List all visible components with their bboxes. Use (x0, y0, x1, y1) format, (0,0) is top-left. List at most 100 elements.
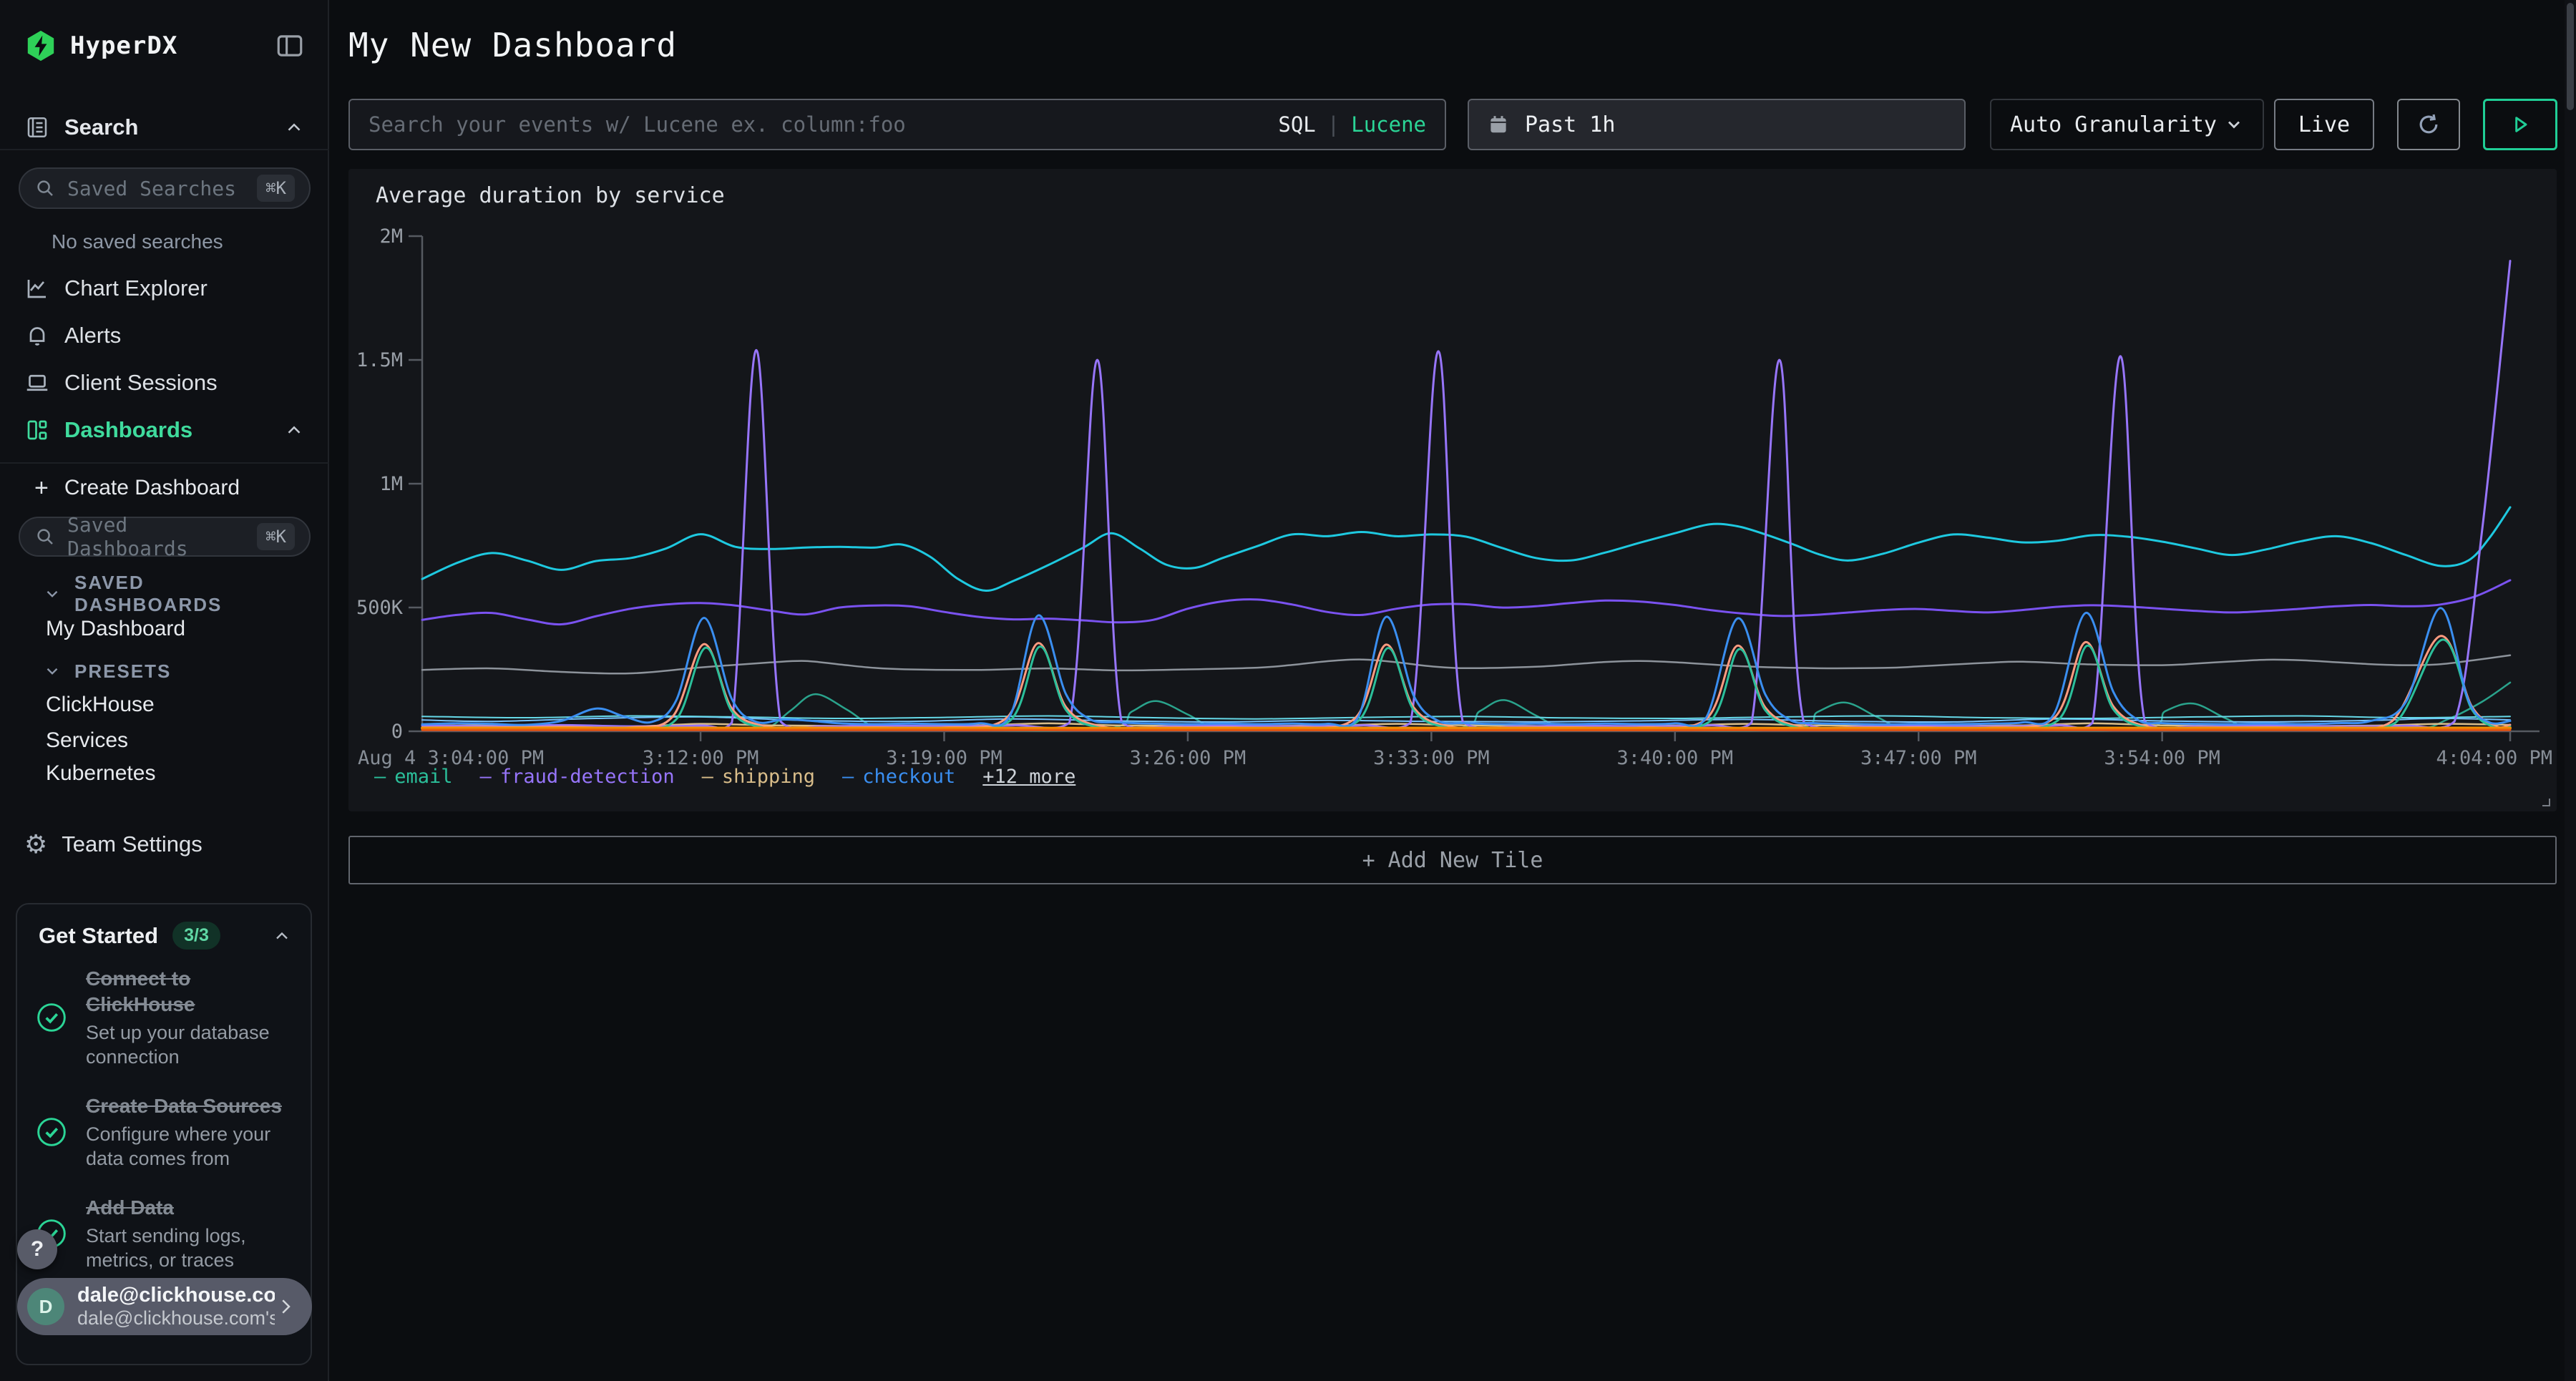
sidebar-item-alerts[interactable]: Alerts (0, 313, 329, 358)
search-section-label: Search (64, 114, 283, 140)
sql-toggle[interactable]: SQL (1278, 112, 1315, 137)
series-unlabeled (422, 655, 2510, 674)
chevron-up-icon[interactable] (283, 419, 305, 441)
run-query-button[interactable] (2483, 99, 2557, 150)
get-started-item-desc: Start sending logs,metrics, or traces (86, 1224, 296, 1272)
chevron-up-icon[interactable] (283, 117, 305, 138)
plus-icon: + (34, 474, 49, 502)
saved-searches-placeholder: Saved Searches (67, 177, 257, 200)
scrollbar-thumb[interactable] (2567, 3, 2574, 110)
get-started-item-title: Create Data Sources (86, 1093, 296, 1119)
x-tick-label: 4:04:00 PM (2436, 747, 2552, 769)
time-range-picker[interactable]: Past 1h (1468, 99, 1966, 150)
x-tick-label: 3:33:00 PM (1373, 747, 1490, 769)
lucene-toggle[interactable]: Lucene (1351, 112, 1426, 137)
legend-swatch: — (374, 766, 386, 788)
chart-legend: —email —fraud-detection —shipping —checkout… (374, 766, 1075, 788)
check-circle-icon (36, 1002, 67, 1033)
legend-item[interactable]: —email (374, 766, 453, 788)
y-tick-label: 1.5M (356, 349, 403, 371)
dashboard-tile[interactable]: Average duration by service 0500K1M1.5M2… (348, 169, 2557, 811)
chevron-down-icon (2224, 114, 2244, 135)
sidebar-divider (0, 462, 329, 464)
avatar: D (27, 1288, 64, 1325)
live-label: Live (2298, 112, 2350, 137)
saved-searches-input[interactable]: Saved Searches ⌘K (19, 167, 311, 209)
legend-item[interactable]: —shipping (702, 766, 815, 788)
chevron-down-icon (43, 662, 62, 680)
get-started-item-desc: Configure where yourdata comes from (86, 1122, 296, 1171)
get-started-title: Get Started (39, 923, 158, 949)
user-texts: dale@clickhouse.com dale@clickhouse.com'… (77, 1284, 275, 1329)
saved-dashboards-placeholder: Saved Dashboards (67, 513, 257, 560)
collapse-sidebar-icon[interactable] (275, 31, 305, 61)
create-dashboard-button[interactable]: + Create Dashboard (0, 468, 329, 508)
line-chart: 0500K1M1.5M2MAug 4 3:04:00 PM3:12:00 PM3… (348, 169, 2557, 811)
section-presets[interactable]: PRESETS (0, 654, 329, 688)
sidebar-item-label: Chart Explorer (64, 275, 305, 301)
sidebar-item-team-settings[interactable]: ⚙ Team Settings (0, 821, 329, 867)
user-menu[interactable]: D dale@clickhouse.com dale@clickhouse.co… (17, 1278, 312, 1335)
scrollbar[interactable] (2565, 0, 2576, 1381)
get-started-item[interactable]: Connect toClickHouseSet up your database… (36, 966, 296, 1069)
page-title: My New Dashboard (348, 26, 677, 64)
live-button[interactable]: Live (2274, 99, 2374, 150)
gear-icon: ⚙ (24, 829, 47, 859)
app-root: HyperDX Search Saved Se (0, 0, 2576, 1381)
sidebar-item-services[interactable]: Services (0, 724, 329, 757)
kbd-shortcut: ⌘K (257, 175, 295, 202)
no-saved-searches-text: No saved searches (0, 228, 329, 256)
toggle-separator: | (1327, 112, 1340, 137)
play-icon (2509, 113, 2532, 136)
get-started-badge: 3/3 (172, 922, 220, 950)
granularity-value: Auto Granularity (2010, 112, 2224, 137)
help-button[interactable]: ? (17, 1229, 57, 1269)
sidebar-item-label: Alerts (64, 323, 305, 348)
check-circle-icon (36, 1116, 67, 1148)
chart-explorer-icon (24, 275, 50, 301)
resize-handle-icon[interactable] (2538, 794, 2551, 807)
section-saved-dashboards[interactable]: SAVED DASHBOARDS (0, 577, 329, 611)
chevron-up-icon[interactable] (272, 926, 292, 946)
sidebar-item-kubernetes[interactable]: Kubernetes (0, 757, 329, 790)
granularity-select[interactable]: Auto Granularity (1990, 99, 2264, 150)
user-org: dale@clickhouse.com's (77, 1307, 275, 1329)
query-language-toggle: SQL | Lucene (1278, 112, 1426, 137)
journal-icon (24, 114, 50, 140)
legend-item[interactable]: —fraud-detection (480, 766, 675, 788)
y-tick-label: 1M (379, 473, 403, 495)
refresh-button[interactable] (2397, 99, 2460, 150)
add-new-tile-button[interactable]: + Add New Tile (348, 836, 2557, 884)
search-icon (34, 526, 56, 547)
sidebar-item-client-sessions[interactable]: Client Sessions (0, 361, 329, 405)
main-content: My New Dashboard Search your events w/ L… (331, 0, 2565, 1381)
chevron-right-icon (275, 1296, 296, 1317)
sidebar-item-label: Dashboards (64, 417, 283, 443)
sidebar-item-clickhouse[interactable]: ClickHouse (0, 688, 329, 721)
get-started-item-text: Connect toClickHouseSet up your database… (86, 966, 296, 1069)
search-icon (34, 177, 56, 199)
legend-item[interactable]: —checkout (842, 766, 955, 788)
sidebar-item-chart-explorer[interactable]: Chart Explorer (0, 266, 329, 311)
get-started-item-text: Add Data Start sending logs,metrics, or t… (86, 1195, 296, 1272)
event-search-input[interactable]: Search your events w/ Lucene ex. column:… (348, 99, 1446, 150)
get-started-header[interactable]: Get Started 3/3 (39, 922, 292, 950)
bell-icon (24, 323, 50, 348)
laptop-icon (24, 370, 50, 396)
x-tick-label: 3:40:00 PM (1617, 747, 1734, 769)
create-dashboard-label: Create Dashboard (64, 476, 240, 500)
get-started-item[interactable]: Create Data Sources Configure where yourd… (36, 1093, 296, 1171)
saved-dashboards-input[interactable]: Saved Dashboards ⌘K (19, 517, 311, 557)
legend-more-link[interactable]: +12 more (982, 766, 1075, 788)
series-checkout (422, 608, 2510, 726)
section-label: SAVED DASHBOARDS (74, 572, 286, 616)
hyperdx-logo-icon (24, 29, 57, 62)
series-unlabeled (422, 717, 2510, 722)
get-started-item-title: Add Data (86, 1195, 296, 1221)
sidebar-item-my-dashboard[interactable]: My Dashboard (0, 613, 329, 645)
get-started-item[interactable]: Add Data Start sending logs,metrics, or t… (36, 1195, 296, 1272)
app-title: HyperDX (70, 31, 275, 60)
sidebar-section-search[interactable]: Search (0, 106, 329, 150)
sidebar-item-dashboards[interactable]: Dashboards (0, 408, 329, 452)
legend-swatch: — (842, 766, 854, 788)
